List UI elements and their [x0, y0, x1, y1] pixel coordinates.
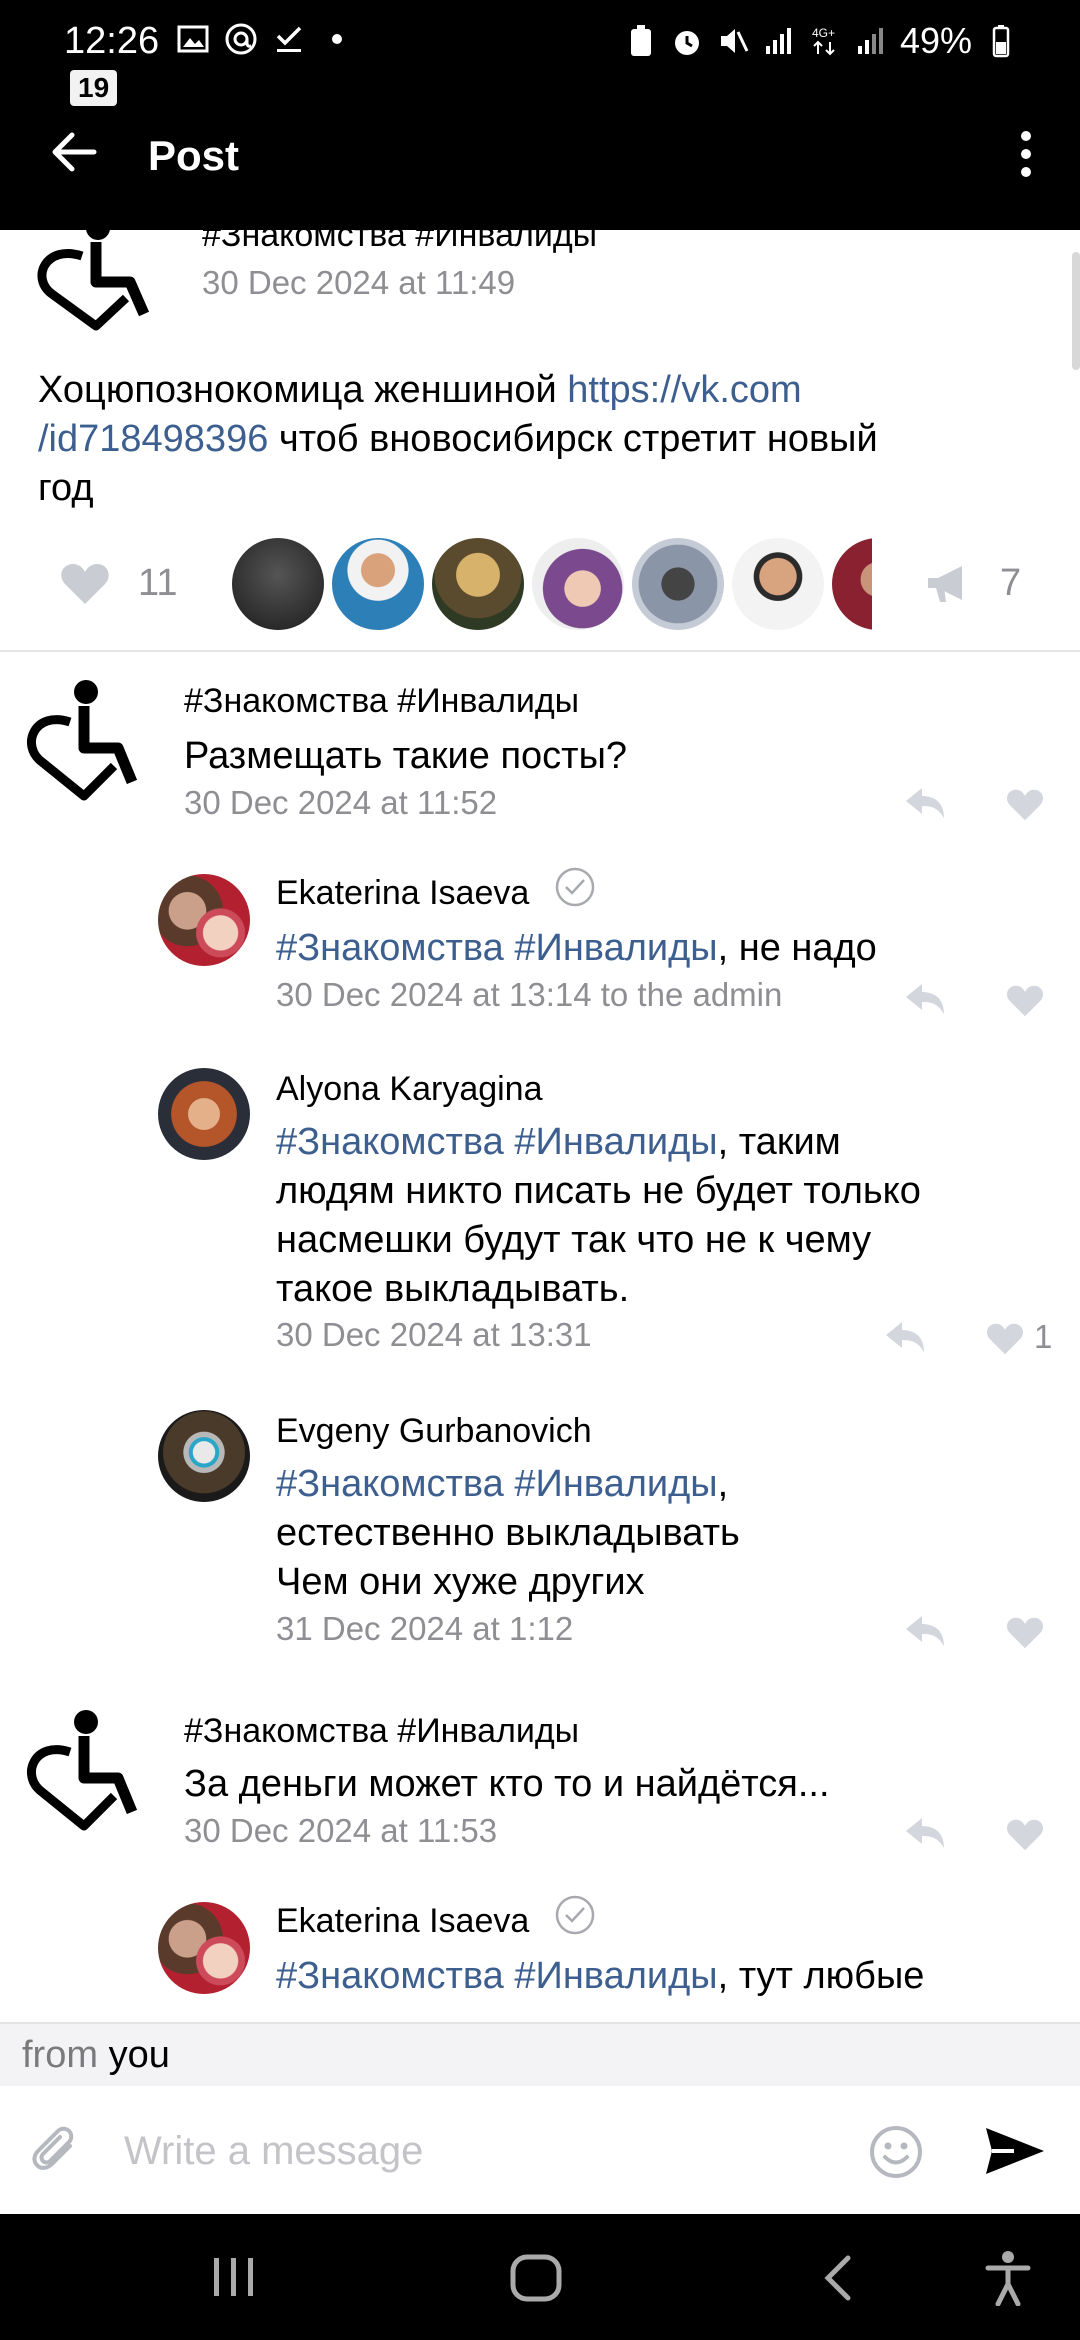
user-avatar[interactable]	[158, 1068, 250, 1160]
svg-text:4G+: 4G+	[812, 26, 835, 40]
at-icon	[224, 22, 258, 56]
more-options-icon[interactable]	[1016, 126, 1036, 182]
like-icon[interactable]	[1006, 1616, 1044, 1655]
battery-percent: 49%	[899, 20, 972, 61]
page-title: Post	[148, 132, 240, 179]
mention-link[interactable]: #Знакомства #Инвалиды	[276, 1121, 718, 1163]
mute-icon	[716, 24, 750, 58]
accessibility-icon[interactable]	[984, 2250, 1032, 2311]
divider	[0, 650, 1080, 652]
mention-link[interactable]: #Знакомства #Инвалиды	[276, 927, 718, 969]
post-likes-count: 11	[138, 562, 178, 604]
liker-avatar	[732, 538, 824, 630]
emoji-icon[interactable]	[868, 2124, 924, 2180]
home-icon[interactable]	[510, 2254, 562, 2307]
comment-author[interactable]: Ekaterina Isaeva	[276, 874, 529, 913]
post-content[interactable]: #Знакомства #Инвалиды 30 Dec 2024 at 11:…	[0, 230, 1080, 2022]
post-text: Хоцюпознокомица женшиной https://vk.com …	[38, 369, 878, 509]
reply-icon[interactable]	[904, 1816, 946, 1855]
status-bar: 12:26 4G+ 49%	[0, 0, 1080, 84]
comment-author[interactable]: Ekaterina Isaeva	[276, 1902, 529, 1941]
liker-avatar	[532, 538, 624, 630]
alarm-icon	[670, 24, 704, 58]
system-nav-bar	[0, 2214, 1080, 2340]
comment-date: 30 Dec 2024 at 13:31	[276, 1316, 592, 1353]
comment-date: 30 Dec 2024 at 11:52	[184, 784, 498, 821]
post-like-icon[interactable]	[60, 562, 110, 611]
liker-avatar	[632, 538, 724, 630]
post-link-cont[interactable]: /id718498396	[38, 418, 268, 460]
reply-icon[interactable]	[904, 1614, 946, 1653]
app-toolbar: 19 Post	[0, 70, 1080, 230]
comment-date: 31 Dec 2024 at 1:12	[276, 1610, 574, 1647]
reply-icon[interactable]	[884, 1320, 926, 1359]
status-time: 12:26	[64, 20, 160, 62]
comment-text: #Знакомства #Инвалиды, не надо	[276, 927, 877, 969]
likers-avatars[interactable]	[230, 536, 872, 632]
from-label: from you	[22, 2034, 170, 2076]
signal-2-icon	[854, 24, 888, 58]
like-icon[interactable]	[1006, 984, 1044, 1023]
battery-saver-icon	[624, 24, 658, 58]
user-avatar[interactable]	[158, 1410, 250, 1502]
comment-date: 30 Dec 2024 at 11:53	[184, 1812, 498, 1849]
like-icon[interactable]	[1006, 1818, 1044, 1857]
comment-author[interactable]: #Знакомства #Инвалиды	[184, 1712, 579, 1751]
gallery-icon	[176, 22, 210, 56]
community-avatar[interactable]	[26, 1708, 156, 1841]
repost-icon[interactable]	[924, 560, 972, 613]
send-icon[interactable]	[984, 2126, 1046, 2176]
community-avatar[interactable]	[26, 678, 156, 811]
reply-icon[interactable]	[904, 786, 946, 825]
comment-text: #Знакомства #Инвалиды, тут любые	[276, 1955, 925, 1997]
liker-avatar	[432, 538, 524, 630]
post-date: 30 Dec 2024 at 11:49	[202, 264, 516, 301]
comment-author[interactable]: #Знакомства #Инвалиды	[184, 682, 579, 721]
status-system-icons: 4G+ 49%	[624, 20, 1018, 62]
liker-avatar	[332, 538, 424, 630]
comment-author[interactable]: Alyona Karyagina	[276, 1070, 543, 1109]
verified-icon	[554, 866, 596, 913]
reply-icon[interactable]	[904, 982, 946, 1021]
comment-likes-count: 1	[1034, 1318, 1053, 1355]
back-nav-icon[interactable]	[820, 2254, 856, 2307]
sender-selector[interactable]: from you	[0, 2022, 1080, 2086]
post-reposts-count: 7	[1000, 562, 1022, 604]
message-composer	[0, 2086, 1080, 2214]
comment-date: 30 Dec 2024 at 13:14 to the admin	[276, 976, 783, 1013]
4g-icon: 4G+	[808, 24, 842, 58]
community-avatar[interactable]	[36, 230, 170, 339]
comment-text: За деньги может кто то и найдётся...	[184, 1763, 830, 1805]
liker-avatar	[832, 538, 872, 630]
signal-icon	[762, 24, 796, 58]
dot-icon	[320, 22, 354, 56]
scrollbar[interactable]	[1072, 252, 1080, 370]
liker-avatar	[232, 538, 324, 630]
battery-icon	[984, 24, 1018, 58]
message-input[interactable]	[124, 2116, 844, 2186]
status-notification-icons	[176, 22, 354, 56]
post-link[interactable]: https://vk.com	[567, 369, 801, 411]
like-icon[interactable]	[1006, 788, 1044, 827]
mention-link[interactable]: #Знакомства #Инвалиды	[276, 1955, 718, 1997]
verified-icon	[554, 1894, 596, 1941]
recents-icon[interactable]	[210, 2254, 258, 2305]
comment-text: #Знакомства #Инвалиды, таким людям никто…	[276, 1121, 921, 1310]
user-avatar[interactable]	[158, 874, 250, 966]
unread-badge: 19	[70, 70, 118, 106]
attach-icon[interactable]	[30, 2124, 84, 2178]
like-icon[interactable]	[986, 1322, 1024, 1361]
comment-author[interactable]: Evgeny Gurbanovich	[276, 1412, 592, 1451]
back-arrow-icon[interactable]	[46, 124, 102, 180]
comment-text: #Знакомства #Инвалиды, естественно выкла…	[276, 1463, 740, 1603]
comment-text: Размещать такие посты?	[184, 735, 628, 777]
task-done-icon	[272, 22, 306, 56]
mention-link[interactable]: #Знакомства #Инвалиды	[276, 1463, 718, 1505]
post-author[interactable]: #Знакомства #Инвалиды	[202, 230, 597, 255]
user-avatar[interactable]	[158, 1902, 250, 1994]
